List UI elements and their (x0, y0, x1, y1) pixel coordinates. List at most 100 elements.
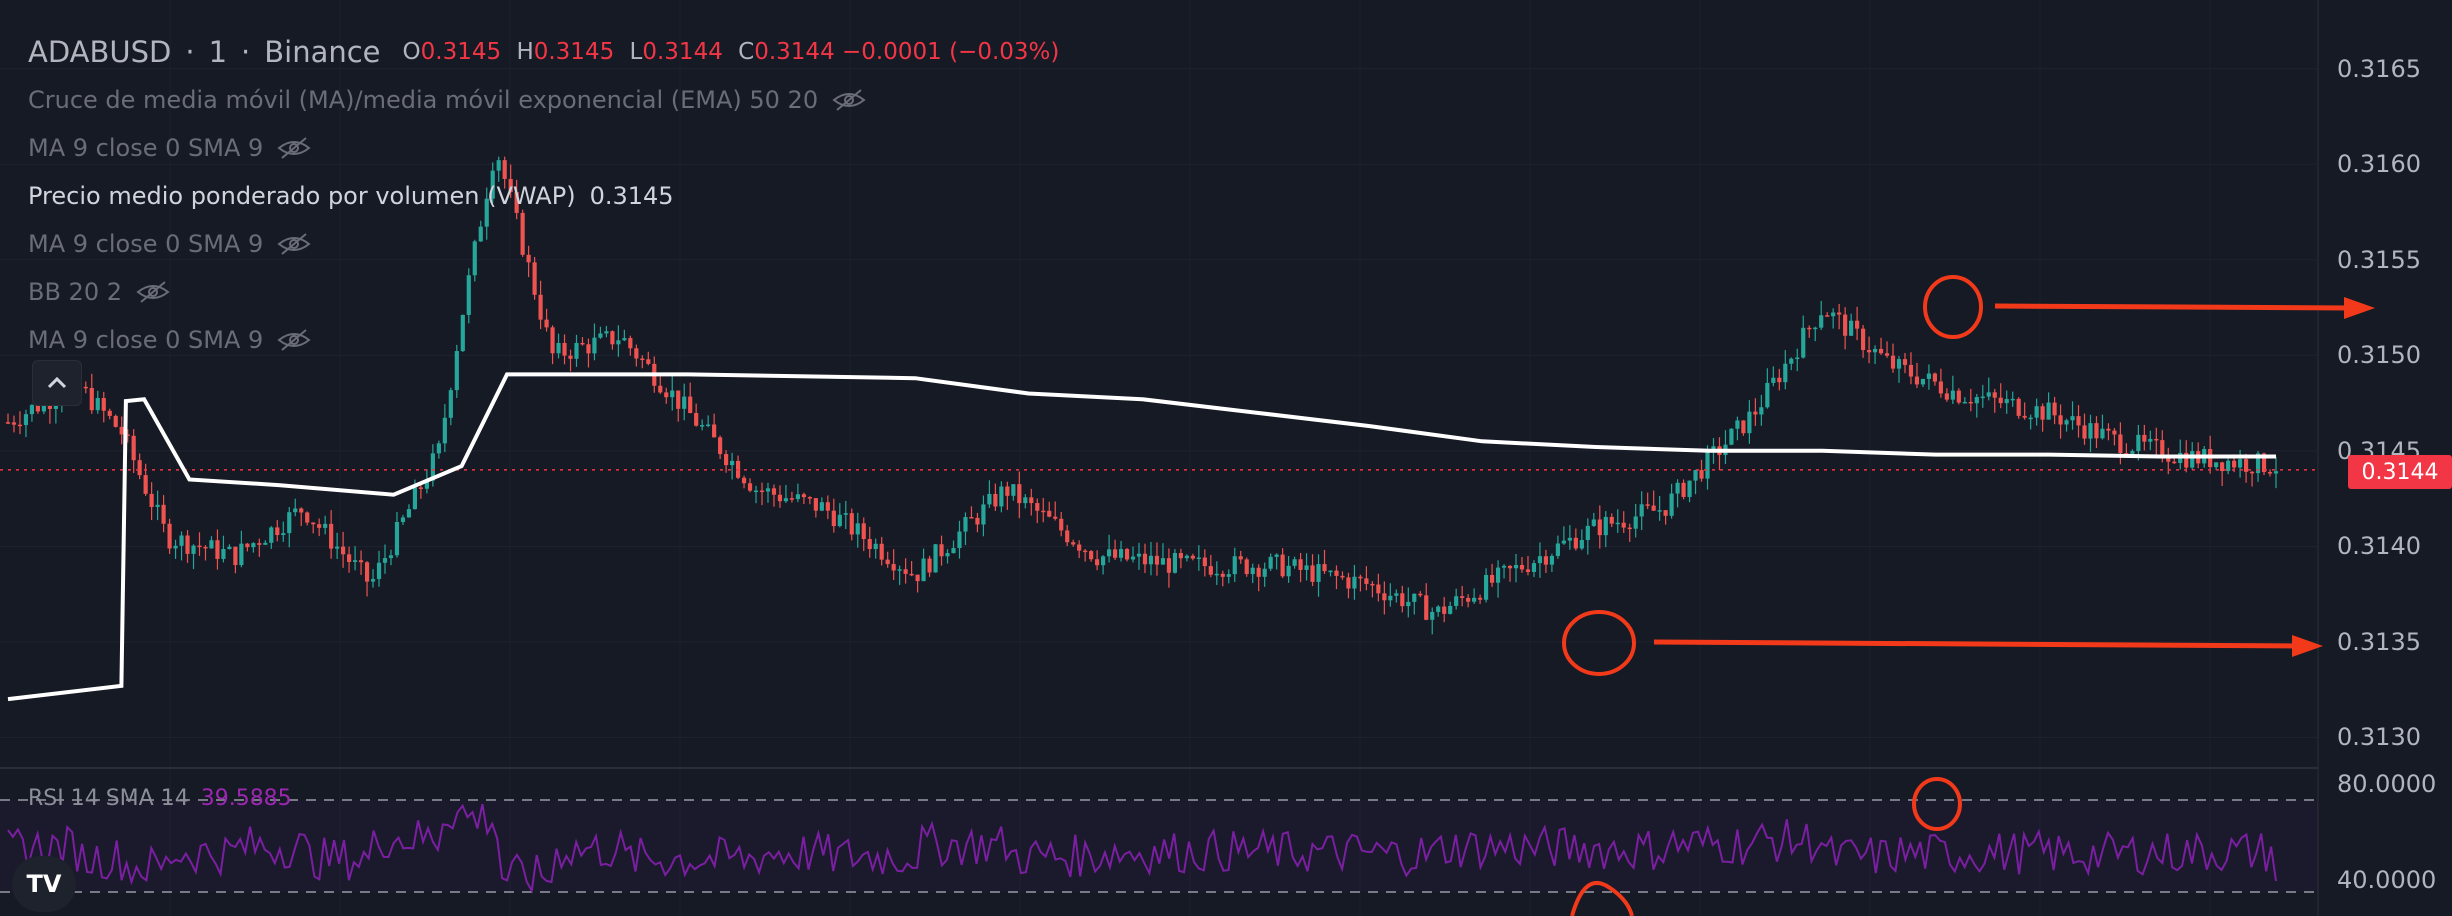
candle-body (1974, 397, 1979, 404)
tradingview-logo[interactable]: TV (12, 856, 76, 912)
candle-body (2249, 471, 2255, 474)
eye-off-icon[interactable] (277, 232, 311, 256)
eye-off-icon[interactable] (832, 88, 866, 112)
candle-body (2267, 472, 2273, 474)
candle-body (323, 523, 328, 528)
candle-body (2052, 402, 2057, 416)
candle-body (1699, 470, 1704, 479)
candle-body (299, 508, 304, 513)
candle-body (89, 387, 94, 411)
candle-body (670, 390, 675, 398)
low-value: 0.3144 (642, 39, 723, 65)
candle-body (1831, 312, 1836, 317)
candle-body (161, 504, 166, 524)
candle-body (2190, 451, 2195, 468)
indicator-ma-9[interactable]: MA 9 close 0 SMA 9 (28, 124, 1059, 172)
candle-body (1489, 574, 1495, 583)
symbol-name[interactable]: ADABUSD (28, 28, 171, 76)
candle-body (1986, 392, 1991, 397)
candle-body (747, 483, 753, 491)
candle-body (2010, 398, 2015, 401)
candle-body (831, 510, 836, 527)
candle-body (1627, 527, 1632, 530)
candle-body (412, 487, 418, 510)
candle-body (2136, 434, 2141, 452)
candle-body (1160, 558, 1166, 565)
candle-body (885, 559, 890, 565)
indicator-vwap[interactable]: Precio medio ponderado por volumen (VWAP… (28, 172, 1059, 220)
candle-body (2154, 438, 2159, 441)
candle-body (382, 558, 388, 563)
candle-body (927, 558, 932, 573)
annotation-arrowhead-high (2344, 297, 2375, 319)
candle-body (963, 517, 968, 532)
candle-body (2028, 417, 2033, 420)
interval[interactable]: 1 (209, 28, 227, 76)
candle-body (388, 555, 394, 559)
candle-body (1825, 315, 1830, 317)
ohlc-values: O0.3145 H0.3145 L0.3144 C0.3144 −0.0001 … (402, 39, 1060, 65)
rsi-label: RSI 14 SMA 14 (28, 786, 189, 811)
candle-body (2148, 438, 2153, 442)
candle-body (1166, 558, 1172, 573)
candle-body (364, 562, 370, 582)
candle-body (969, 517, 974, 519)
candle-body (1388, 595, 1393, 601)
candle-body (11, 422, 17, 425)
candle-body (209, 540, 214, 549)
price-tick-label: 0.3140 (2337, 532, 2421, 561)
vwap-value: 0.3145 (589, 182, 674, 210)
candle-body (891, 564, 896, 571)
candle-body (1531, 563, 1537, 572)
candle-body (1902, 359, 1908, 365)
candle-body (1663, 510, 1668, 516)
candle-body (1418, 593, 1423, 596)
candle-body (1795, 357, 1800, 360)
candle-body (897, 569, 902, 571)
candle-body (658, 385, 663, 393)
candle-body (1872, 348, 1878, 353)
candle-body (1747, 411, 1752, 434)
candle-body (1118, 549, 1124, 558)
candle-body (1101, 556, 1106, 566)
candle-body (1968, 401, 1973, 404)
candle-body (245, 543, 250, 548)
indicator-ma-ema-cross[interactable]: Cruce de media móvil (MA)/media móvil ex… (28, 76, 1059, 124)
rsi-legend[interactable]: RSI 14 SMA 14 39.5885 (28, 786, 292, 811)
candle-body (1178, 553, 1183, 559)
candle-body (1430, 611, 1435, 620)
change-value: −0.0001 (−0.03%) (842, 39, 1060, 65)
candle-body (131, 435, 136, 461)
candle-body (2232, 460, 2237, 468)
candle-body (1693, 470, 1698, 481)
candle-body (1513, 564, 1519, 569)
candle-body (233, 546, 238, 566)
eye-off-icon[interactable] (277, 328, 311, 352)
indicator-bb[interactable]: BB 20 2 (28, 268, 1059, 316)
indicator-ma-9[interactable]: MA 9 close 0 SMA 9 (28, 316, 1059, 364)
candle-body (2273, 471, 2279, 474)
candle-body (1705, 450, 1710, 479)
candle-body (909, 573, 914, 576)
candle-body (2070, 416, 2075, 421)
candle-body (873, 543, 878, 550)
eye-off-icon[interactable] (277, 136, 311, 160)
candle-body (2094, 423, 2099, 439)
candle-body (951, 548, 956, 554)
candle-body (1065, 530, 1070, 543)
candle-body (903, 569, 908, 574)
candle-body (1184, 555, 1189, 559)
candle-body (1232, 556, 1237, 575)
candle-body (1011, 484, 1016, 496)
candle-body (706, 424, 711, 426)
candle-body (1896, 359, 1902, 369)
candle-body (1202, 557, 1207, 567)
indicator-ma-9[interactable]: MA 9 close 0 SMA 9 (28, 220, 1059, 268)
collapse-legend-button[interactable] (32, 360, 82, 406)
candle-body (1687, 480, 1692, 497)
eye-off-icon[interactable] (136, 280, 170, 304)
candle-body (2088, 423, 2093, 439)
candle-body (1998, 397, 2003, 404)
candle-body (2112, 430, 2117, 435)
candle-body (1226, 574, 1231, 577)
